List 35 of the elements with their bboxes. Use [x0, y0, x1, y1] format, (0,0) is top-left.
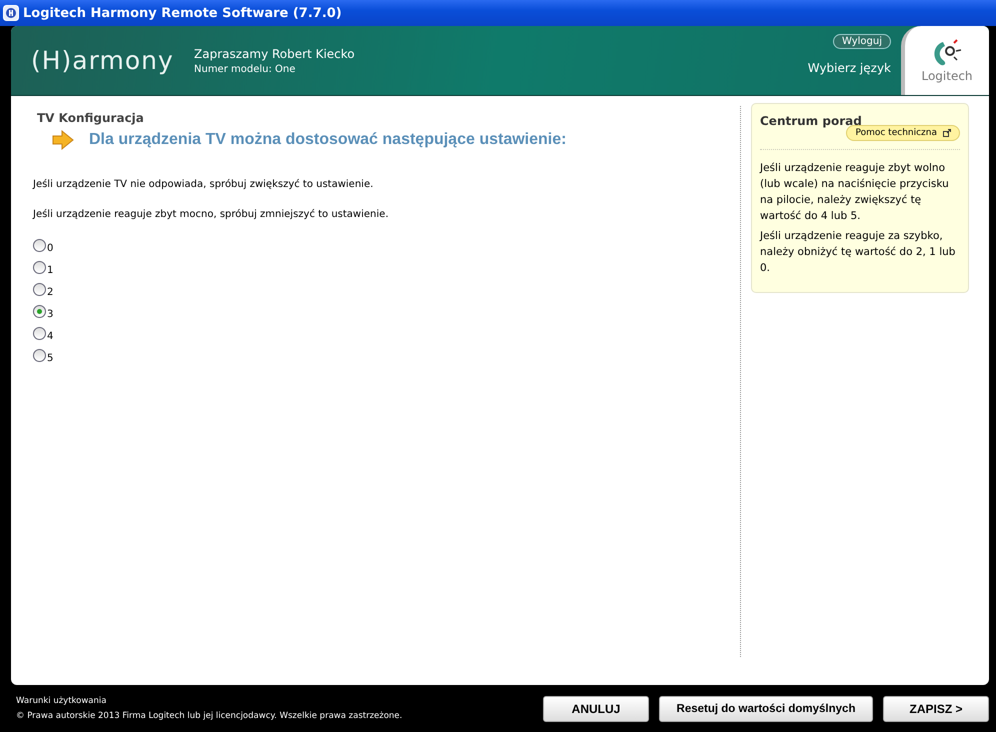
tips-title: Centrum porad: [760, 114, 863, 128]
tip-text: Jeśli urządzenie reaguje zbyt wolno (lub wcale) na naciśnięcie przycisku na pilocie, należy zwiększyć tę wartość do 4 lub 5.: [760, 161, 950, 224]
footer-button[interactable]: ZAPISZ >: [883, 696, 989, 722]
option-label[interactable]: 3: [47, 309, 54, 320]
arrow-right-icon: [51, 129, 75, 151]
footer-button[interactable]: Resetuj do wartości domyślnych: [659, 696, 873, 722]
radio-button[interactable]: [33, 239, 46, 252]
radio-button[interactable]: [33, 305, 46, 318]
tip-text: Jeśli urządzenie reaguje za szybko, należy obniżyć tę wartość do 2, 1 lub 0.: [760, 229, 956, 276]
welcome-text: Zapraszamy Robert Kiecko: [194, 46, 355, 60]
terms-link[interactable]: Warunki użytkowania: [16, 696, 402, 706]
support-button[interactable]: Pomoc techniczna: [846, 125, 960, 141]
logout-button[interactable]: Wyloguj: [833, 34, 891, 49]
model-text: Numer modelu: One: [194, 64, 296, 74]
radio-button[interactable]: [33, 283, 46, 296]
language-link[interactable]: Wybierz język: [808, 61, 891, 75]
page-heading: Dla urządzenia TV można dostosować następujące ustawienie:: [89, 131, 566, 149]
section-title: TV Konfiguracja: [37, 111, 145, 125]
footer-button[interactable]: ANULUJ: [543, 696, 649, 722]
harmony-logo: (H)armony: [31, 46, 175, 75]
window-title: Logitech Harmony Remote Software (7.7.0): [23, 6, 342, 20]
app-icon: [3, 5, 19, 21]
radio-button[interactable]: [33, 261, 46, 274]
option-label[interactable]: 4: [47, 331, 54, 342]
instruction-text: Jeśli urządzenie reaguje zbyt mocno, spróbuj zmniejszyć to ustawienie.: [33, 209, 390, 220]
option-label[interactable]: 2: [47, 287, 54, 298]
option-label[interactable]: 0: [47, 243, 54, 254]
instruction-text: Jeśli urządzenie TV nie odpowiada, spróbuj zwiększyć to ustawienie.: [33, 179, 374, 190]
option-label[interactable]: 5: [47, 353, 54, 364]
option-label[interactable]: 1: [47, 265, 54, 276]
external-link-icon: [943, 129, 951, 137]
copyright-text: © Prawa autorskie 2013 Firma Logitech lub jej licencjodawcy. Wszelkie prawa zastrzeżone.: [16, 711, 402, 721]
radio-button[interactable]: [33, 349, 46, 362]
logitech-wordmark: Logitech: [921, 68, 973, 82]
radio-button[interactable]: [33, 327, 46, 340]
